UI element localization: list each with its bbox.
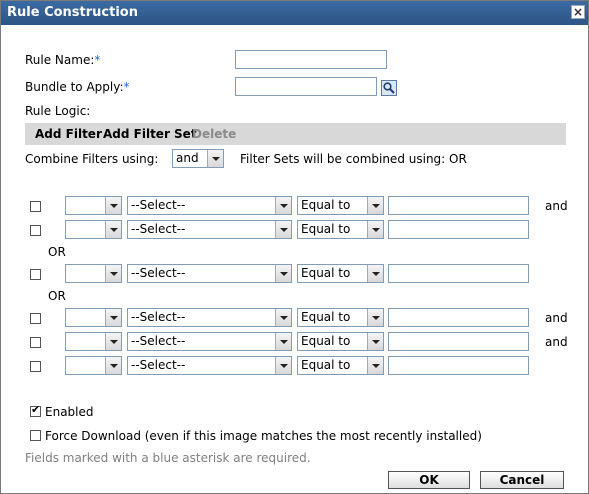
rule-name-input[interactable] <box>235 50 387 69</box>
filter-row-operator-select[interactable]: Equal to <box>297 332 384 351</box>
chevron-down-icon <box>367 197 383 214</box>
title-bar[interactable]: Rule Construction × <box>1 1 588 25</box>
chevron-down-icon <box>367 357 383 374</box>
combine-filters-value: and <box>176 151 199 165</box>
force-download-label: Force Download (even if this image match… <box>45 429 482 443</box>
filter-row-first-select[interactable] <box>65 220 122 239</box>
filter-row-field-select-value: --Select-- <box>131 198 186 212</box>
rule-name-label: Rule Name:* <box>25 53 100 67</box>
ok-button[interactable]: OK <box>388 471 470 489</box>
chevron-down-icon <box>105 309 121 326</box>
filter-row-operator-select-value: Equal to <box>301 334 351 348</box>
chevron-down-icon <box>275 197 291 214</box>
filter-row-operator-select-value: Equal to <box>301 266 351 280</box>
chevron-down-icon <box>207 150 223 167</box>
filter-row-conjunction: and <box>545 335 568 349</box>
filter-row-checkbox[interactable] <box>30 361 41 372</box>
delete-button[interactable]: Delete <box>192 127 236 141</box>
filter-row-operator-select-value: Equal to <box>301 358 351 372</box>
add-filter-set-button[interactable]: Add Filter Set <box>103 127 197 141</box>
filter-row-first-select[interactable] <box>65 332 122 351</box>
enabled-checkbox[interactable] <box>30 403 41 417</box>
filter-row-first-select[interactable] <box>65 264 122 283</box>
or-separator: OR <box>48 245 66 259</box>
rule-logic-label: Rule Logic: <box>25 104 91 118</box>
or-separator: OR <box>48 289 66 303</box>
filter-row-field-select[interactable]: --Select-- <box>127 332 292 351</box>
combine-filters-select[interactable]: and <box>172 149 224 168</box>
filter-row-first-select[interactable] <box>65 196 122 215</box>
filter-row-value-input[interactable] <box>388 332 529 351</box>
filter-row-operator-select[interactable]: Equal to <box>297 264 384 283</box>
filter-row-conjunction: and <box>545 311 568 325</box>
filter-row-first-select[interactable] <box>65 308 122 327</box>
filter-row-operator-select[interactable]: Equal to <box>297 196 384 215</box>
filter-row-operator-select[interactable]: Equal to <box>297 220 384 239</box>
dialog-title: Rule Construction <box>7 5 138 20</box>
required-fields-hint: Fields marked with a blue asterisk are r… <box>25 451 311 465</box>
filter-row-value-input[interactable] <box>388 308 529 327</box>
filter-row-field-select-value: --Select-- <box>131 358 186 372</box>
chevron-down-icon <box>275 309 291 326</box>
chevron-down-icon <box>275 333 291 350</box>
chevron-down-icon <box>367 221 383 238</box>
filter-row-operator-select-value: Equal to <box>301 222 351 236</box>
filter-row-checkbox[interactable] <box>30 313 41 324</box>
filter-row-checkbox[interactable] <box>30 337 41 348</box>
filter-row-field-select[interactable]: --Select-- <box>127 356 292 375</box>
filter-row-field-select[interactable]: --Select-- <box>127 220 292 239</box>
chevron-down-icon <box>275 265 291 282</box>
filter-row-conjunction: and <box>545 199 568 213</box>
cancel-button[interactable]: Cancel <box>480 471 564 489</box>
required-asterisk: * <box>123 80 130 94</box>
filter-row-checkbox[interactable] <box>30 225 41 236</box>
chevron-down-icon <box>105 197 121 214</box>
chevron-down-icon <box>275 221 291 238</box>
combine-filters-label: Combine Filters using: <box>25 152 159 166</box>
chevron-down-icon <box>367 309 383 326</box>
filter-row-value-input[interactable] <box>388 220 529 239</box>
filter-row-checkbox[interactable] <box>30 201 41 212</box>
bundle-label: Bundle to Apply:* <box>25 80 130 94</box>
force-download-checkbox[interactable] <box>30 430 41 441</box>
chevron-down-icon <box>105 265 121 282</box>
chevron-down-icon <box>367 265 383 282</box>
chevron-down-icon <box>367 333 383 350</box>
chevron-down-icon <box>105 221 121 238</box>
filter-row-field-select-value: --Select-- <box>131 266 186 280</box>
filter-row-operator-select-value: Equal to <box>301 198 351 212</box>
add-filter-button[interactable]: Add Filter <box>35 127 102 141</box>
filter-row-value-input[interactable] <box>388 356 529 375</box>
required-asterisk: * <box>94 53 101 67</box>
chevron-down-icon <box>105 357 121 374</box>
bundle-label-text: Bundle to Apply: <box>25 80 124 94</box>
filter-row-value-input[interactable] <box>388 196 529 215</box>
chevron-down-icon <box>105 333 121 350</box>
close-icon[interactable]: × <box>571 5 585 19</box>
filter-row-field-select-value: --Select-- <box>131 334 186 348</box>
rule-name-label-text: Rule Name: <box>25 53 95 67</box>
filter-row-first-select[interactable] <box>65 356 122 375</box>
filter-row-field-select-value: --Select-- <box>131 222 186 236</box>
filter-row-field-select[interactable]: --Select-- <box>127 264 292 283</box>
filter-row-field-select-value: --Select-- <box>131 310 186 324</box>
filter-row-operator-select[interactable]: Equal to <box>297 356 384 375</box>
filter-row-checkbox[interactable] <box>30 269 41 280</box>
filter-row-operator-select[interactable]: Equal to <box>297 308 384 327</box>
filter-row-operator-select-value: Equal to <box>301 310 351 324</box>
filter-row-field-select[interactable]: --Select-- <box>127 308 292 327</box>
rule-construction-dialog: Rule Construction × Rule Name:* Bundle t… <box>0 0 589 494</box>
search-icon[interactable] <box>381 80 397 96</box>
filter-sets-combine-label: Filter Sets will be combined using: OR <box>240 152 467 166</box>
filter-row-field-select[interactable]: --Select-- <box>127 196 292 215</box>
filter-row-value-input[interactable] <box>388 264 529 283</box>
filter-toolbar: Add Filter Add Filter Set Delete <box>25 123 566 145</box>
chevron-down-icon <box>275 357 291 374</box>
enabled-label: Enabled <box>45 405 94 419</box>
bundle-input[interactable] <box>235 77 377 96</box>
